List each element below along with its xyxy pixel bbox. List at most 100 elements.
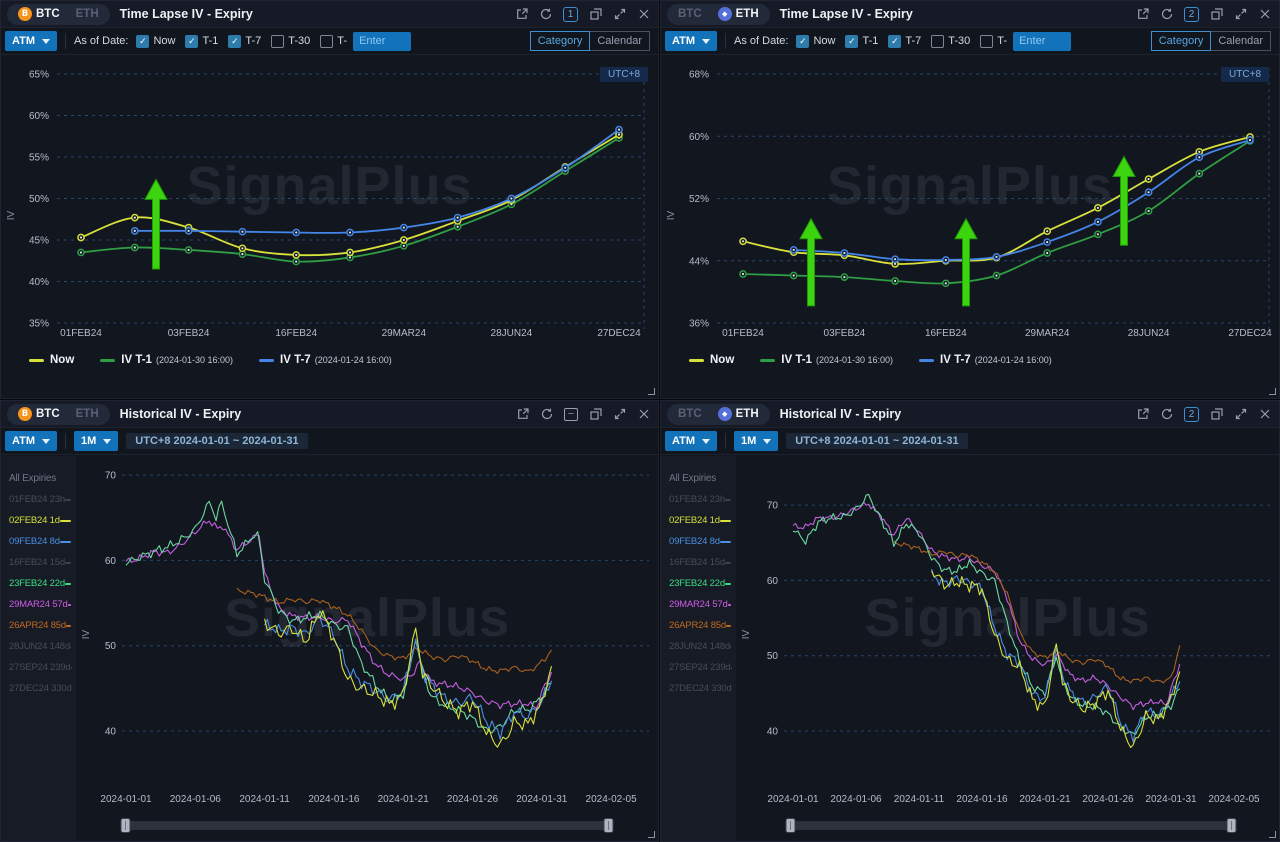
expiry-item[interactable]: 27SEP24 239d: [1, 657, 76, 678]
resize-handle[interactable]: [1269, 831, 1276, 838]
resize-handle[interactable]: [648, 831, 655, 838]
t-minus-days-input[interactable]: [353, 32, 411, 51]
expiry-item[interactable]: 16FEB24 15d: [1, 552, 76, 573]
expiry-item[interactable]: 09FEB24 8d: [1, 531, 76, 552]
checkbox-t-30[interactable]: T-30: [271, 35, 310, 48]
expand-icon[interactable]: [1234, 8, 1247, 21]
expiry-item[interactable]: All Expiries: [661, 468, 736, 489]
open-in-new-icon[interactable]: [516, 408, 529, 421]
expiry-item[interactable]: All Expiries: [1, 468, 76, 489]
expiry-item[interactable]: 16FEB24 15d: [661, 552, 736, 573]
expiry-item[interactable]: 02FEB24 1d: [1, 510, 76, 531]
tab-eth[interactable]: ETH: [69, 405, 106, 424]
tab-btc[interactable]: B BTC: [11, 5, 67, 24]
expiry-item[interactable]: 23FEB24 22d: [661, 573, 736, 594]
checkbox-box: [980, 35, 993, 48]
legend-item[interactable]: Now: [689, 354, 734, 366]
refresh-icon[interactable]: [1160, 8, 1173, 21]
expiry-item[interactable]: 29MAR24 57d: [661, 594, 736, 615]
checkbox-t-[interactable]: T-: [980, 35, 1007, 48]
period-dropdown[interactable]: 1M: [734, 431, 778, 451]
tab-btc[interactable]: BTC: [671, 405, 709, 424]
open-in-new-icon[interactable]: [1136, 408, 1149, 421]
expiry-item[interactable]: 27DEC24 330d: [1, 678, 76, 699]
open-in-new-icon[interactable]: [515, 8, 528, 21]
layout-count-badge[interactable]: 2: [1184, 7, 1199, 22]
legend-item[interactable]: IV T-7(2024-01-24 16:00): [259, 354, 392, 366]
coin-toggle[interactable]: B BTC ETH: [7, 404, 110, 425]
expiry-item[interactable]: 02FEB24 1d: [661, 510, 736, 531]
calendar-button[interactable]: Calendar: [589, 31, 650, 51]
check-icon: ✓: [888, 35, 901, 48]
refresh-icon[interactable]: [1160, 408, 1173, 421]
expiry-item[interactable]: 01FEB24 23h: [1, 489, 76, 510]
layout-count-badge[interactable]: 1: [563, 7, 578, 22]
timelapse-chart[interactable]: 65%60%55%50%45%40%35%01FEB2403FEB2416FEB…: [1, 56, 658, 398]
expiry-item[interactable]: 27SEP24 239d: [661, 657, 736, 678]
tab-eth[interactable]: ◆ ETH: [711, 5, 766, 24]
duplicate-icon[interactable]: [589, 8, 602, 21]
t-minus-days-input[interactable]: [1013, 32, 1071, 51]
coin-toggle[interactable]: BTC ◆ ETH: [667, 404, 770, 425]
expiry-item[interactable]: 01FEB24 23h: [661, 489, 736, 510]
close-icon[interactable]: [637, 408, 650, 421]
atm-dropdown[interactable]: ATM: [665, 431, 717, 451]
historical-chart[interactable]: 706050402024-01-012024-01-062024-01-1120…: [76, 456, 658, 841]
calendar-button[interactable]: Calendar: [1210, 31, 1271, 51]
expiry-item[interactable]: 28JUN24 148d: [1, 636, 76, 657]
tab-btc[interactable]: B BTC: [11, 405, 67, 424]
resize-handle[interactable]: [1269, 388, 1276, 395]
historical-chart[interactable]: 706050402024-01-012024-01-062024-01-1120…: [736, 456, 1279, 841]
legend-item[interactable]: IV T-1(2024-01-30 16:00): [100, 354, 233, 366]
period-dropdown[interactable]: 1M: [74, 431, 118, 451]
duplicate-icon[interactable]: [1210, 8, 1223, 21]
checkbox-t-1[interactable]: ✓T-1: [845, 35, 878, 48]
duplicate-icon[interactable]: [589, 408, 602, 421]
legend-swatch: [29, 359, 44, 362]
expand-icon[interactable]: [613, 8, 626, 21]
expiry-item[interactable]: 09FEB24 8d: [661, 531, 736, 552]
tab-btc[interactable]: BTC: [671, 5, 709, 24]
checkbox-t-7[interactable]: ✓T-7: [888, 35, 921, 48]
expiry-item[interactable]: 26APR24 85d: [1, 615, 76, 636]
atm-dropdown[interactable]: ATM: [5, 431, 57, 451]
coin-toggle[interactable]: B BTC ETH: [7, 4, 110, 25]
expiry-item[interactable]: 28JUN24 148d: [661, 636, 736, 657]
layout-count-badge[interactable]: 2: [1184, 407, 1199, 422]
coin-toggle[interactable]: BTC ◆ ETH: [667, 4, 770, 25]
timelapse-chart[interactable]: 68%60%52%44%36%01FEB2403FEB2416FEB2429MA…: [661, 56, 1279, 398]
atm-dropdown[interactable]: ATM: [5, 31, 57, 51]
x-scrollbar[interactable]: [786, 821, 1236, 830]
open-in-new-icon[interactable]: [1136, 8, 1149, 21]
expiry-item[interactable]: 23FEB24 22d: [1, 573, 76, 594]
legend-item[interactable]: Now: [29, 354, 74, 366]
checkbox-t-30[interactable]: T-30: [931, 35, 970, 48]
category-button[interactable]: Category: [1151, 31, 1212, 51]
expiry-item[interactable]: 26APR24 85d: [661, 615, 736, 636]
expiry-item[interactable]: 29MAR24 57d: [1, 594, 76, 615]
resize-handle[interactable]: [648, 388, 655, 395]
legend-item[interactable]: IV T-7(2024-01-24 16:00): [919, 354, 1052, 366]
category-button[interactable]: Category: [530, 31, 591, 51]
close-icon[interactable]: [637, 8, 650, 21]
refresh-icon[interactable]: [540, 408, 553, 421]
checkbox-now[interactable]: ✓Now: [796, 35, 835, 48]
x-scrollbar[interactable]: [121, 821, 613, 830]
svg-text:29MAR24: 29MAR24: [1025, 328, 1070, 339]
duplicate-icon[interactable]: [1210, 408, 1223, 421]
close-icon[interactable]: [1258, 408, 1271, 421]
legend-item[interactable]: IV T-1(2024-01-30 16:00): [760, 354, 893, 366]
atm-dropdown[interactable]: ATM: [665, 31, 717, 51]
expiry-item[interactable]: 27DEC24 330d: [661, 678, 736, 699]
expand-icon[interactable]: [613, 408, 626, 421]
close-icon[interactable]: [1258, 8, 1271, 21]
expand-icon[interactable]: [1234, 408, 1247, 421]
refresh-icon[interactable]: [539, 8, 552, 21]
collapse-icon[interactable]: –: [564, 408, 578, 421]
checkbox-t-1[interactable]: ✓T-1: [185, 35, 218, 48]
tab-eth[interactable]: ◆ ETH: [711, 405, 766, 424]
checkbox-now[interactable]: ✓Now: [136, 35, 175, 48]
tab-eth[interactable]: ETH: [69, 5, 106, 24]
checkbox-t-7[interactable]: ✓T-7: [228, 35, 261, 48]
checkbox-t-[interactable]: T-: [320, 35, 347, 48]
